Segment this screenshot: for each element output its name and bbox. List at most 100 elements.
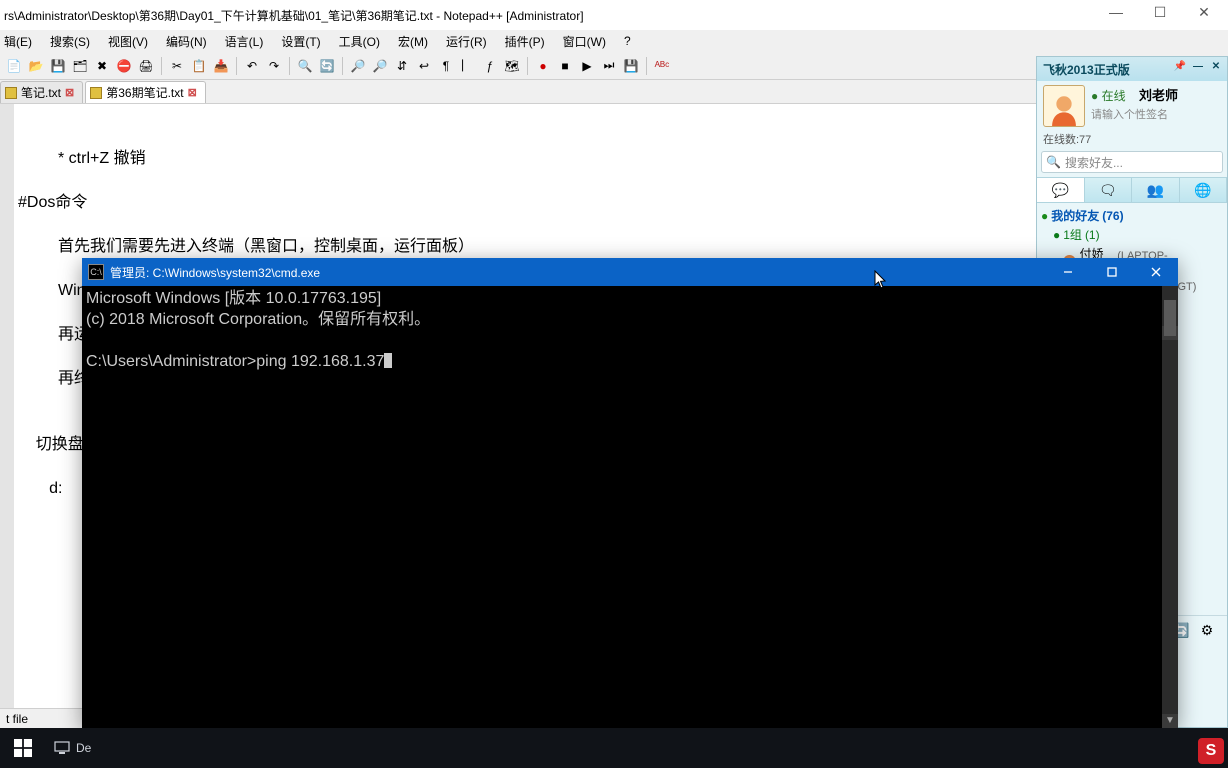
feiqiu-user-panel: ● 在线 刘老师 请输入个性签名 — [1037, 81, 1227, 131]
group-name: 我的好友 — [1051, 207, 1099, 224]
undo-icon[interactable]: ↶ — [242, 56, 262, 76]
menu-plugins[interactable]: 插件(P) — [505, 33, 545, 50]
online-dot-icon: ● — [1041, 209, 1048, 223]
menu-run[interactable]: 运行(R) — [446, 33, 487, 50]
zoom-out-icon[interactable]: 🔎 — [370, 56, 390, 76]
spellcheck-icon[interactable]: ᴬᴮᶜ — [652, 56, 672, 76]
desktop-shortcut[interactable]: De — [46, 728, 99, 768]
scroll-down-icon[interactable]: ▼ — [1162, 714, 1178, 728]
save-all-icon[interactable]: 🗂 — [70, 56, 90, 76]
npp-menubar: 辑(E) 搜索(S) 视图(V) 编码(N) 语言(L) 设置(T) 工具(O)… — [0, 30, 1228, 52]
close-all-icon[interactable]: ⛔ — [114, 56, 134, 76]
find-icon[interactable]: 🔍 — [295, 56, 315, 76]
tab-world[interactable]: 🌐 — [1180, 178, 1228, 202]
group-count: (76) — [1102, 209, 1123, 223]
menu-search[interactable]: 搜索(S) — [50, 33, 90, 50]
replace-icon[interactable]: 🔄 — [317, 56, 337, 76]
menu-help[interactable]: ? — [624, 34, 631, 48]
menu-tools[interactable]: 工具(O) — [339, 33, 380, 50]
menu-macro[interactable]: 宏(M) — [398, 33, 428, 50]
tab-file-icon — [5, 87, 17, 99]
feiqiu-tabs: 💬 🗨 👥 🌐 — [1037, 177, 1227, 203]
cut-icon[interactable]: ✂ — [167, 56, 187, 76]
macro-stop-icon[interactable]: ■ — [555, 56, 575, 76]
status-label[interactable]: 在线 — [1102, 89, 1126, 103]
cmd-window[interactable]: C:\ 管理员: C:\Windows\system32\cmd.exe Mic… — [82, 258, 1178, 728]
status-online-icon[interactable]: ● — [1091, 89, 1098, 103]
show-all-icon[interactable]: ¶ — [436, 56, 456, 76]
taskbar[interactable]: De S — [0, 728, 1228, 768]
menu-view[interactable]: 视图(V) — [108, 33, 148, 50]
start-button[interactable] — [0, 728, 46, 768]
tab-close-icon[interactable]: ⊠ — [65, 86, 74, 99]
cmd-max-button[interactable] — [1090, 258, 1134, 286]
menu-encoding[interactable]: 编码(N) — [166, 33, 207, 50]
menu-window[interactable]: 窗口(W) — [563, 33, 606, 50]
npp-title-text: rs\Administrator\Desktop\第36期\Day01_下午计算… — [4, 7, 584, 24]
cmd-terminal[interactable]: Microsoft Windows [版本 10.0.17763.195] (c… — [82, 286, 1178, 728]
menu-language[interactable]: 语言(L) — [225, 33, 264, 50]
editor-fold-margin[interactable] — [0, 104, 14, 708]
feiqiu-title-text: 飞秋2013正式版 — [1043, 61, 1130, 78]
cmd-line: (c) 2018 Microsoft Corporation。保留所有权利。 — [86, 311, 430, 328]
tab-close-icon[interactable]: ⊠ — [188, 86, 197, 99]
avatar[interactable] — [1043, 85, 1085, 127]
cmd-command-input[interactable]: ping 192.168.1.37 — [256, 353, 384, 370]
cmd-titlebar[interactable]: C:\ 管理员: C:\Windows\system32\cmd.exe — [82, 258, 1178, 286]
sync-scroll-icon[interactable]: ⇵ — [392, 56, 412, 76]
gear-icon[interactable]: ⚙ — [1197, 620, 1217, 640]
macro-save-icon[interactable]: 💾 — [621, 56, 641, 76]
online-dot-icon: ● — [1053, 228, 1060, 242]
cmd-min-button[interactable] — [1046, 258, 1090, 286]
macro-play-multi-icon[interactable]: ⏭ — [599, 56, 619, 76]
paste-icon[interactable]: 📥 — [211, 56, 231, 76]
npp-max-button[interactable]: ☐ — [1138, 0, 1182, 24]
feiqiu-titlebar[interactable]: 飞秋2013正式版 📌 — ✕ — [1037, 57, 1227, 81]
zoom-in-icon[interactable]: 🔎 — [348, 56, 368, 76]
feiqiu-pin-icon[interactable]: 📌 — [1173, 59, 1187, 73]
signature-input[interactable]: 请输入个性签名 — [1091, 106, 1178, 122]
contact-group[interactable]: ● 我的好友 (76) — [1041, 207, 1223, 224]
toolbar-separator — [342, 57, 343, 75]
close-file-icon[interactable]: ✖ — [92, 56, 112, 76]
macro-record-icon[interactable]: ● — [533, 56, 553, 76]
search-box[interactable]: 🔍 搜索好友... — [1041, 151, 1223, 173]
tab-file-1[interactable]: 笔记.txt ⊠ — [0, 81, 83, 103]
function-list-icon[interactable]: ƒ — [480, 56, 500, 76]
contact-subgroup[interactable]: ● 1组 (1) — [1041, 226, 1223, 243]
tab-chat[interactable]: 💬 — [1037, 178, 1085, 202]
cmd-close-button[interactable] — [1134, 258, 1178, 286]
npp-titlebar[interactable]: rs\Administrator\Desktop\第36期\Day01_下午计算… — [0, 0, 1228, 30]
npp-close-button[interactable]: ✕ — [1182, 0, 1226, 24]
doc-map-icon[interactable]: 🗺 — [502, 56, 522, 76]
toolbar-separator — [527, 57, 528, 75]
tab-group[interactable]: 👥 — [1132, 178, 1180, 202]
feiqiu-close-icon[interactable]: ✕ — [1209, 59, 1223, 73]
menu-settings[interactable]: 设置(T) — [281, 33, 320, 50]
tab-file-2[interactable]: 第36期笔记.txt ⊠ — [85, 81, 206, 103]
macro-play-icon[interactable]: ▶ — [577, 56, 597, 76]
indent-guide-icon[interactable]: ⎸ — [458, 56, 478, 76]
save-icon[interactable]: 💾 — [48, 56, 68, 76]
cmd-line: Microsoft Windows [版本 10.0.17763.195] — [86, 290, 381, 307]
tab-recent[interactable]: 🗨 — [1085, 178, 1133, 202]
npp-min-button[interactable]: — — [1094, 0, 1138, 24]
wrap-icon[interactable]: ↩ — [414, 56, 434, 76]
copy-icon[interactable]: 📋 — [189, 56, 209, 76]
menu-edit[interactable]: 辑(E) — [4, 33, 32, 50]
toolbar-separator — [236, 57, 237, 75]
feiqiu-min-icon[interactable]: — — [1191, 59, 1205, 73]
cmd-scrollbar[interactable]: ▲ ▼ — [1162, 286, 1178, 728]
scroll-thumb[interactable] — [1164, 300, 1176, 336]
cmd-cursor — [384, 353, 392, 368]
sogou-ime-icon[interactable]: S — [1198, 738, 1224, 764]
tab-file-icon — [90, 87, 102, 99]
print-icon[interactable]: 🖨 — [136, 56, 156, 76]
search-placeholder: 搜索好友... — [1065, 154, 1123, 171]
open-file-icon[interactable]: 📂 — [26, 56, 46, 76]
user-name: 刘老师 — [1139, 88, 1178, 103]
toolbar-separator — [289, 57, 290, 75]
redo-icon[interactable]: ↷ — [264, 56, 284, 76]
new-file-icon[interactable]: 📄 — [4, 56, 24, 76]
cmd-app-icon: C:\ — [88, 264, 104, 280]
